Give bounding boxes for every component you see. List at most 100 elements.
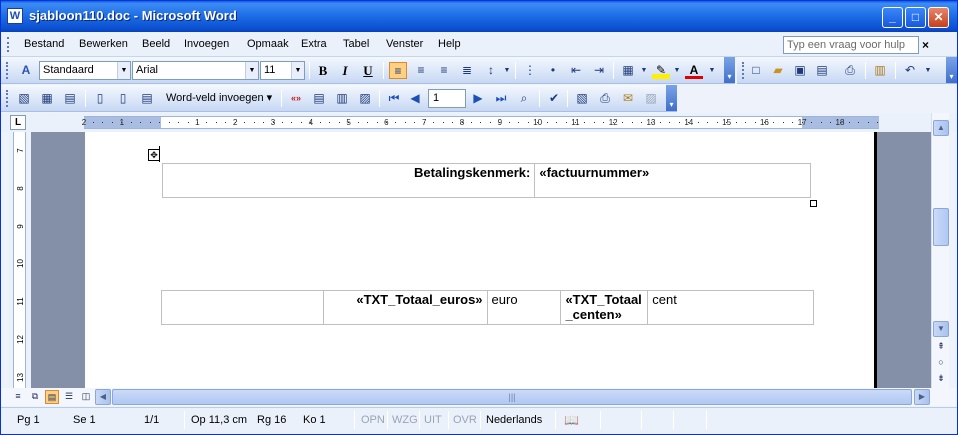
- maximize-button[interactable]: □: [905, 7, 926, 28]
- next-record-icon[interactable]: ▶: [469, 90, 487, 107]
- highlight-fields-icon[interactable]: ▤: [310, 90, 328, 107]
- merge-to-document-icon[interactable]: ▧: [573, 90, 591, 107]
- menu-venster[interactable]: Venster: [386, 38, 423, 50]
- propagate-labels-icon[interactable]: ▨: [356, 90, 374, 107]
- open-folder-icon[interactable]: ▰: [769, 62, 787, 79]
- view-merged-data-icon[interactable]: «»: [287, 90, 305, 107]
- total-cents-field-cell[interactable]: «TXT_Totaal_centen»: [560, 290, 649, 325]
- vertical-scrollbar[interactable]: ▲ ▼ ⇞ ○ ⇟: [931, 113, 949, 388]
- style-select[interactable]: Standaard ▼: [39, 61, 131, 80]
- toolbar-options-icon[interactable]: ▾: [666, 85, 677, 111]
- web-layout-icon[interactable]: ⧉: [28, 390, 42, 404]
- horizontal-ruler[interactable]: 21123456789101112131415161718: [82, 116, 879, 129]
- insert-address-block-icon[interactable]: ▯: [91, 90, 109, 107]
- close-document-icon[interactable]: ×: [922, 38, 929, 52]
- new-document-icon[interactable]: □: [747, 62, 765, 79]
- outline-view-icon[interactable]: ☰: [62, 390, 76, 404]
- menu-grip[interactable]: [7, 37, 10, 52]
- chevron-down-icon[interactable]: ▼: [703, 62, 721, 79]
- help-question-input[interactable]: Typ een vraag voor hulp: [783, 36, 919, 54]
- match-fields-icon[interactable]: ▥: [333, 90, 351, 107]
- reading-layout-icon[interactable]: ◫: [79, 390, 93, 404]
- status-track-changes[interactable]: WZG: [392, 412, 418, 428]
- browse-object-icon[interactable]: ○: [934, 355, 948, 369]
- status-record-macro[interactable]: OPN: [361, 412, 385, 428]
- status-language[interactable]: Nederlands: [486, 412, 542, 428]
- merge-to-printer-icon[interactable]: ⎙: [596, 90, 614, 107]
- bullet-list-icon[interactable]: •: [544, 62, 562, 79]
- styles-pane-icon[interactable]: A: [17, 62, 35, 79]
- insert-merge-field-icon[interactable]: ▤: [138, 90, 156, 107]
- find-entry-icon[interactable]: ⌕: [515, 90, 533, 107]
- align-right-icon[interactable]: ≡: [435, 62, 453, 79]
- save-icon[interactable]: ▣: [791, 62, 809, 79]
- menu-bestand[interactable]: Bestand: [24, 38, 64, 50]
- decrease-indent-icon[interactable]: ⇤: [567, 62, 585, 79]
- insert-word-field-dropdown[interactable]: Word-veld invoegen ▾: [166, 90, 272, 107]
- menu-beeld[interactable]: Beeld: [142, 38, 170, 50]
- menu-opmaak[interactable]: Opmaak: [247, 38, 289, 50]
- numbered-list-icon[interactable]: ⋮: [521, 62, 539, 79]
- minimize-button[interactable]: _: [882, 7, 903, 28]
- euro-unit-cell[interactable]: euro: [486, 290, 562, 325]
- justify-icon[interactable]: ≣: [458, 62, 476, 79]
- invoice-number-field-cell[interactable]: «factuurnummer»: [534, 163, 811, 198]
- open-data-source-icon[interactable]: ▦: [38, 90, 56, 107]
- title-bar[interactable]: W sjabloon110.doc - Microsoft Word _ □ ✕: [1, 1, 957, 32]
- increase-indent-icon[interactable]: ⇥: [590, 62, 608, 79]
- close-button[interactable]: ✕: [928, 7, 949, 28]
- cent-unit-cell[interactable]: cent: [647, 290, 814, 325]
- menu-bewerken[interactable]: Bewerken: [79, 38, 128, 50]
- next-page-icon[interactable]: ⇟: [934, 371, 948, 385]
- toolbar-grip[interactable]: [742, 62, 745, 79]
- empty-cell[interactable]: [161, 290, 324, 325]
- scroll-right-button[interactable]: ▶: [914, 389, 930, 405]
- toolbar-grip[interactable]: [6, 90, 9, 107]
- last-record-icon[interactable]: ⏭: [492, 90, 510, 107]
- menu-tabel[interactable]: Tabel: [343, 38, 369, 50]
- payment-reference-label-cell[interactable]: Betalingskenmerk:: [161, 163, 536, 198]
- undo-icon[interactable]: ↶: [901, 62, 919, 79]
- menu-help[interactable]: Help: [438, 38, 461, 50]
- toolbar-grip[interactable]: [6, 62, 9, 79]
- word-app-icon[interactable]: W: [7, 8, 23, 24]
- table-resize-handle[interactable]: [810, 200, 817, 207]
- paste-icon[interactable]: ▥: [871, 62, 889, 79]
- previous-record-icon[interactable]: ◀: [406, 90, 424, 107]
- insert-greeting-icon[interactable]: ▯: [114, 90, 132, 107]
- scroll-left-button[interactable]: ◀: [95, 389, 111, 405]
- status-overtype[interactable]: OVR: [453, 412, 477, 428]
- vertical-scroll-thumb[interactable]: [933, 208, 949, 246]
- align-left-icon[interactable]: ≡: [389, 62, 407, 79]
- vertical-ruler[interactable]: 7 8 9 10 11 12 13: [9, 132, 29, 388]
- bold-button[interactable]: B: [314, 62, 332, 79]
- align-center-icon[interactable]: ≡: [412, 62, 430, 79]
- merge-to-email-icon[interactable]: ✉: [619, 90, 637, 107]
- document-area[interactable]: ✥ Betalingskenmerk: «factuurnummer» «TXT…: [31, 132, 931, 388]
- print-icon[interactable]: ⎙: [841, 62, 859, 79]
- merge-to-fax-icon[interactable]: ▨: [642, 90, 660, 107]
- chevron-down-icon[interactable]: ▼: [919, 62, 937, 79]
- recipients-icon[interactable]: ▤: [61, 90, 79, 107]
- chevron-down-icon[interactable]: ▼: [245, 62, 258, 79]
- scroll-up-button[interactable]: ▲: [933, 120, 949, 136]
- horizontal-scroll-thumb[interactable]: |||: [112, 389, 912, 405]
- toolbar-options-icon[interactable]: ▾: [724, 57, 735, 83]
- font-size-select[interactable]: 11 ▼: [260, 61, 305, 80]
- toolbar-options-icon[interactable]: ▾: [946, 57, 957, 83]
- menu-invoegen[interactable]: Invoegen: [184, 38, 229, 50]
- total-euros-field-cell[interactable]: «TXT_Totaal_euros»: [322, 290, 488, 325]
- italic-button[interactable]: I: [336, 62, 354, 79]
- record-number-input[interactable]: 1: [428, 89, 466, 108]
- underline-button[interactable]: U: [359, 62, 377, 79]
- check-errors-icon[interactable]: ✔: [545, 90, 563, 107]
- chevron-down-icon[interactable]: ▼: [668, 62, 686, 79]
- status-extend[interactable]: UIT: [424, 412, 442, 428]
- normal-view-icon[interactable]: ≡: [11, 390, 25, 404]
- chevron-down-icon[interactable]: ▼: [291, 62, 304, 79]
- font-select[interactable]: Arial ▼: [132, 61, 259, 80]
- font-color-icon[interactable]: A: [685, 62, 703, 79]
- print-layout-icon[interactable]: ▤: [45, 390, 59, 404]
- menu-extra[interactable]: Extra: [301, 38, 327, 50]
- scroll-down-button[interactable]: ▼: [933, 321, 949, 337]
